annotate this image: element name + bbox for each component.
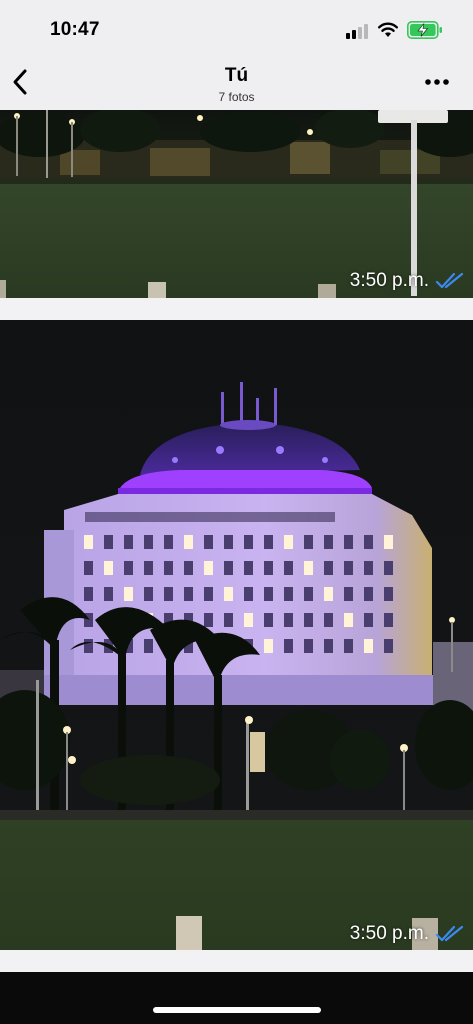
home-indicator[interactable]: [153, 1007, 321, 1013]
message-separator: [0, 298, 473, 320]
status-bar: 10:47: [0, 0, 473, 56]
page-title: Tú: [224, 65, 249, 86]
more-options-icon[interactable]: [424, 78, 450, 86]
photo-message[interactable]: 3:50 p.m.: [0, 110, 473, 298]
message-separator: [0, 950, 473, 972]
chat-media-header: Tú 7 fotos: [0, 56, 473, 111]
message-meta: 3:50 p.m.: [350, 270, 465, 292]
status-time: 10:47: [50, 19, 100, 40]
message-time: 3:50 p.m.: [349, 270, 429, 291]
message-time: 3:50 p.m.: [349, 923, 429, 944]
wifi-icon: [378, 22, 398, 37]
photo-count: 7 fotos: [218, 90, 255, 104]
purple-building-photo: [0, 320, 473, 950]
photo-message[interactable]: 3:50 p.m.: [0, 320, 473, 950]
double-check-icon: [435, 272, 464, 289]
message-meta: 3:50 p.m.: [350, 923, 465, 945]
battery-charging-icon: [407, 21, 442, 39]
next-photo-preview[interactable]: [0, 972, 473, 1024]
cellular-signal-icon: [346, 24, 368, 39]
double-check-icon: [435, 925, 464, 942]
